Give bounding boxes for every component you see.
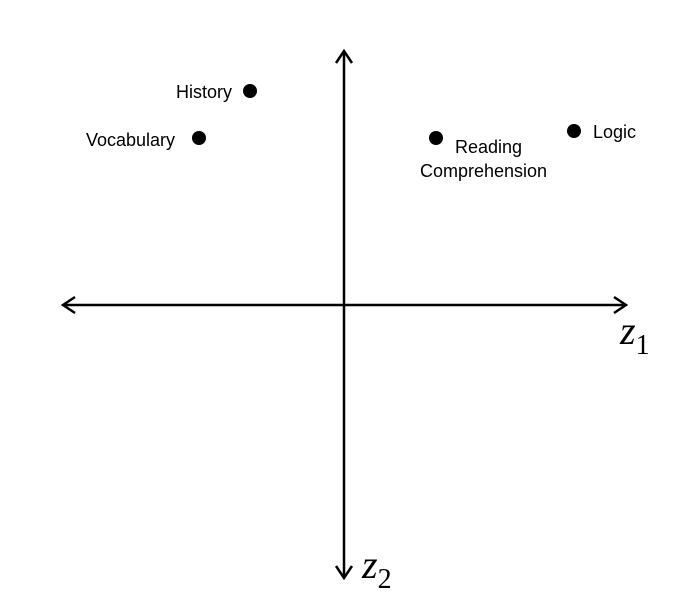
point-reading-marker <box>429 131 443 145</box>
vertical-axis-label: z2 <box>361 542 392 595</box>
point-vocabulary: Vocabulary <box>86 130 206 150</box>
point-vocabulary-marker <box>192 131 206 145</box>
embedding-diagram: z1 z2 History Vocabulary Reading Compreh… <box>60 48 650 595</box>
point-reading-label-line-1: Reading <box>455 137 522 157</box>
point-history-marker <box>243 84 257 98</box>
point-reading-comprehension: Reading Comprehension <box>420 131 547 181</box>
point-vocabulary-label: Vocabulary <box>86 130 175 150</box>
point-logic-marker <box>567 124 581 138</box>
point-history-label: History <box>176 82 232 102</box>
point-logic: Logic <box>567 122 636 142</box>
point-history: History <box>176 82 257 102</box>
point-logic-label: Logic <box>593 122 636 142</box>
horizontal-axis: z1 <box>60 295 650 361</box>
point-reading-label-line-2: Comprehension <box>420 161 547 181</box>
vertical-axis: z2 <box>334 48 392 595</box>
horizontal-axis-label: z1 <box>619 308 650 361</box>
